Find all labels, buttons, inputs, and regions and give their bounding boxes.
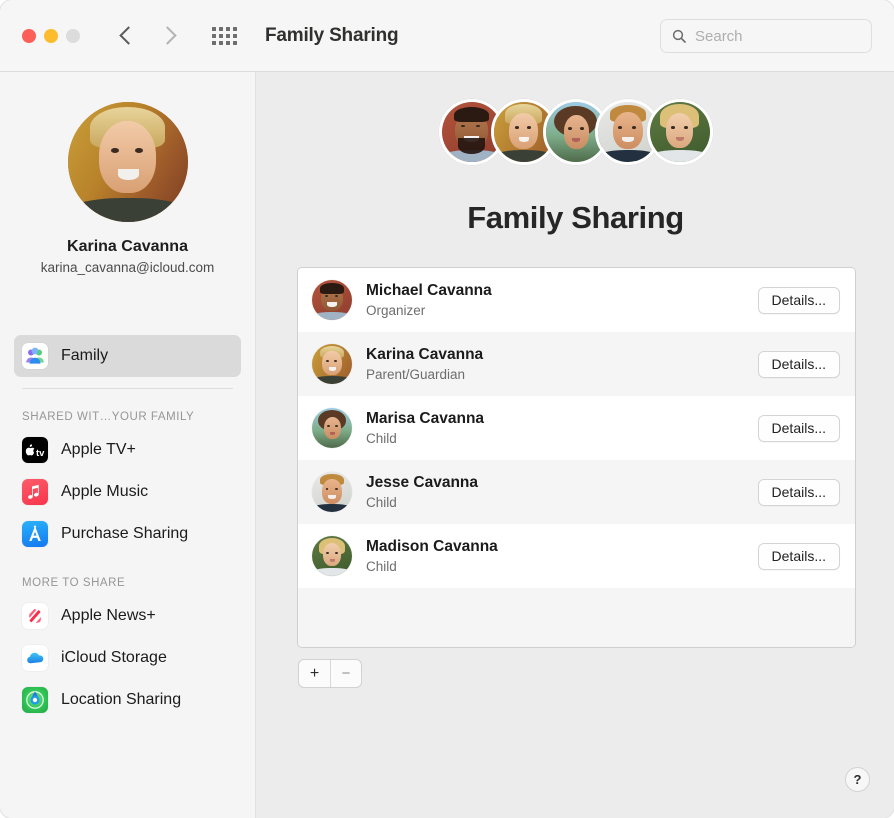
- sidebar-item-family[interactable]: Family: [14, 335, 241, 377]
- sidebar-item-apple-tv[interactable]: tv Apple TV+: [14, 429, 241, 471]
- search-field[interactable]: [660, 19, 872, 53]
- family-members-list: Michael Cavanna Organizer Details... Kar…: [297, 267, 856, 648]
- michael-avatar: [312, 280, 352, 320]
- traffic-lights: [22, 28, 80, 43]
- details-button[interactable]: Details...: [757, 478, 840, 506]
- sidebar-item-apple-music[interactable]: Apple Music: [14, 471, 241, 513]
- table-row[interactable]: Jesse Cavanna Child Details...: [298, 460, 855, 524]
- member-name: Michael Cavanna: [366, 281, 492, 299]
- window-toolbar: Family Sharing: [0, 0, 894, 72]
- user-profile: Karina Cavanna karina_cavanna@icloud.com: [0, 72, 255, 275]
- jesse-avatar: [312, 472, 352, 512]
- details-button[interactable]: Details...: [757, 286, 840, 314]
- member-role: Child: [366, 558, 397, 574]
- family-avatar-stack: [257, 99, 894, 165]
- profile-email: karina_cavanna@icloud.com: [40, 260, 215, 275]
- find-my-icon: [22, 687, 48, 713]
- karina-profile-avatar: [67, 102, 188, 222]
- sidebar-item-icloud-storage[interactable]: iCloud Storage: [14, 637, 241, 679]
- karina-avatar: [312, 344, 352, 384]
- madison-avatar: [646, 99, 713, 165]
- navigation-arrows: [119, 26, 177, 45]
- details-button[interactable]: Details...: [757, 542, 840, 570]
- member-info: Jesse Cavanna Child: [366, 473, 758, 512]
- sidebar-section-more-title: MORE TO SHARE: [22, 577, 126, 589]
- search-input[interactable]: [695, 27, 855, 45]
- madison-avatar: [312, 536, 352, 576]
- sidebar-item-purchase-sharing-label: Purchase Sharing: [61, 525, 189, 542]
- family-icon: [22, 343, 48, 369]
- sidebar-item-family-label: Family: [61, 347, 109, 364]
- details-button[interactable]: Details...: [757, 414, 840, 442]
- search-icon: [672, 29, 686, 43]
- table-row[interactable]: Marisa Cavanna Child Details...: [298, 396, 855, 460]
- sidebar-item-location-sharing[interactable]: Location Sharing: [14, 679, 241, 721]
- member-role: Child: [366, 430, 397, 446]
- member-info: Madison Cavanna Child: [366, 537, 758, 576]
- profile-name: Karina Cavanna: [67, 238, 188, 255]
- sidebar-item-location-sharing-label: Location Sharing: [61, 691, 182, 708]
- apple-music-icon: [22, 479, 48, 505]
- apple-news-icon: [22, 603, 48, 629]
- icloud-icon: [22, 645, 48, 671]
- member-name: Karina Cavanna: [366, 345, 484, 363]
- add-member-button[interactable]: +: [299, 660, 330, 687]
- sidebar-item-purchase-sharing[interactable]: Purchase Sharing: [14, 513, 241, 555]
- svg-text:tv: tv: [36, 448, 45, 459]
- chevron-left-icon[interactable]: [119, 26, 138, 45]
- member-info: Karina Cavanna Parent/Guardian: [366, 345, 758, 384]
- member-name: Jesse Cavanna: [366, 473, 479, 491]
- table-row[interactable]: Michael Cavanna Organizer Details...: [298, 268, 855, 332]
- apple-tv-icon: tv: [22, 437, 48, 463]
- window-title: Family Sharing: [265, 24, 399, 46]
- table-row[interactable]: Karina Cavanna Parent/Guardian Details..…: [298, 332, 855, 396]
- sidebar-item-apple-news[interactable]: Apple News+: [14, 595, 241, 637]
- remove-member-button[interactable]: −: [330, 660, 361, 687]
- sidebar-section-shared-title: SHARED WIT…YOUR FAMILY: [22, 411, 195, 423]
- add-remove-member-control: + −: [298, 659, 362, 688]
- list-empty-area: [298, 588, 855, 647]
- details-button[interactable]: Details...: [757, 350, 840, 378]
- help-button[interactable]: ?: [845, 767, 870, 792]
- sidebar-item-apple-news-label: Apple News+: [61, 607, 156, 624]
- close-window-button[interactable]: [22, 28, 36, 43]
- member-role: Child: [366, 494, 397, 510]
- member-role: Parent/Guardian: [366, 366, 466, 382]
- member-name: Marisa Cavanna: [366, 409, 485, 427]
- table-row[interactable]: Madison Cavanna Child Details...: [298, 524, 855, 588]
- minimize-window-button[interactable]: [44, 28, 58, 43]
- sidebar-item-apple-tv-label: Apple TV+: [61, 441, 136, 458]
- member-info: Marisa Cavanna Child: [366, 409, 758, 448]
- member-info: Michael Cavanna Organizer: [366, 281, 758, 320]
- chevron-right-icon[interactable]: [158, 26, 177, 45]
- family-sharing-window: Family Sharing Kari: [0, 0, 894, 818]
- sidebar-item-icloud-storage-label: iCloud Storage: [61, 649, 167, 666]
- sidebar-divider: [22, 388, 233, 389]
- member-name: Madison Cavanna: [366, 537, 498, 555]
- page-title: Family Sharing: [467, 200, 684, 235]
- zoom-window-button[interactable]: [66, 28, 80, 43]
- main-content: Family Sharing Michael Cavanna Organizer…: [257, 72, 894, 818]
- sidebar: Karina Cavanna karina_cavanna@icloud.com…: [0, 72, 256, 818]
- marisa-avatar: [312, 408, 352, 448]
- member-role: Organizer: [366, 302, 426, 318]
- app-store-icon: [22, 521, 48, 547]
- grid-view-icon[interactable]: [212, 26, 237, 45]
- sidebar-item-apple-music-label: Apple Music: [61, 483, 149, 500]
